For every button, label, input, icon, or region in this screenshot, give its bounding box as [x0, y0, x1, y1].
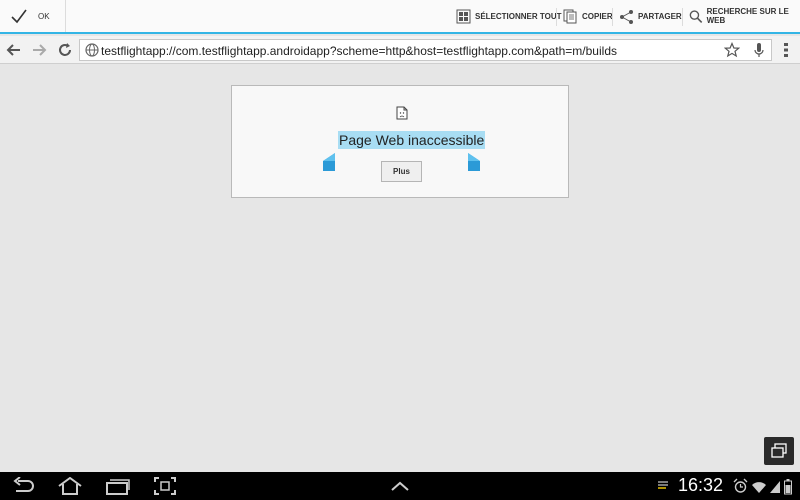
share-label: PARTAGER	[638, 11, 682, 21]
tabs-icon	[771, 443, 787, 458]
reload-icon	[59, 43, 71, 56]
alarm-icon	[733, 476, 748, 496]
system-recents-button[interactable]	[105, 476, 131, 496]
system-back-icon	[13, 477, 34, 492]
clock: 16:32	[678, 475, 724, 495]
alarm-clock-icon	[733, 478, 748, 493]
tabs-button[interactable]	[764, 437, 794, 465]
bookmark-star-icon[interactable]	[724, 42, 740, 58]
battery-icon	[784, 476, 792, 496]
microphone-icon[interactable]	[752, 42, 766, 58]
system-menu-button[interactable]	[389, 476, 411, 496]
search-icon	[689, 9, 703, 23]
done-button[interactable]: OK	[0, 0, 66, 32]
back-arrow-icon	[6, 44, 20, 56]
back-button[interactable]	[5, 41, 23, 59]
notification-icon	[656, 476, 670, 496]
share-icon	[620, 9, 633, 24]
overflow-menu-icon[interactable]	[783, 43, 789, 57]
error-title: Page Web inaccessible	[338, 131, 486, 149]
system-bar: 16:32	[0, 472, 800, 500]
sad-document-icon	[396, 106, 408, 120]
divider	[612, 8, 613, 26]
download-notification-icon	[658, 481, 668, 489]
divider	[682, 8, 683, 26]
select-all-icon	[456, 9, 471, 23]
contextual-action-bar: OK SÉLECTIONNER TOUT COPIER PARTAGER REC…	[0, 0, 800, 34]
home-icon	[58, 477, 82, 495]
screenshot-button[interactable]	[153, 476, 177, 496]
share-button[interactable]: PARTAGER	[619, 0, 682, 32]
check-icon	[11, 9, 27, 24]
done-label: OK	[38, 11, 50, 21]
system-home-button[interactable]	[56, 476, 84, 496]
web-search-label: RECHERCHE SUR LE WEB	[706, 7, 789, 25]
wifi-signal-icon	[752, 482, 766, 493]
select-all-button[interactable]: SÉLECTIONNER TOUT	[456, 0, 562, 32]
url-text: testflightapp://com.testflightapp.androi…	[101, 44, 617, 58]
more-button[interactable]: Plus	[381, 161, 422, 182]
selection-handle-right[interactable]	[466, 153, 480, 171]
system-back-button[interactable]	[12, 476, 36, 496]
battery-level-icon	[784, 479, 792, 495]
forward-button[interactable]	[30, 41, 48, 59]
chevron-up-icon	[391, 481, 409, 491]
screenshot-icon	[154, 477, 176, 495]
selection-handle-left[interactable]	[323, 153, 337, 171]
forward-arrow-icon	[33, 44, 47, 56]
reload-button[interactable]	[56, 41, 74, 59]
copy-icon	[563, 9, 577, 23]
web-search-button[interactable]: RECHERCHE SUR LE WEB	[689, 0, 800, 32]
url-input[interactable]: testflightapp://com.testflightapp.androi…	[79, 39, 772, 61]
copy-button[interactable]: COPIER	[563, 0, 613, 32]
select-all-label: SÉLECTIONNER TOUT	[475, 11, 562, 21]
wifi-icon	[751, 476, 767, 496]
signal-bars-icon	[770, 481, 780, 493]
copy-label: COPIER	[582, 11, 613, 21]
cell-signal-icon	[770, 476, 780, 496]
divider	[556, 8, 557, 26]
error-card: Page Web inaccessible Plus	[231, 85, 569, 198]
globe-icon	[85, 43, 99, 57]
recent-apps-icon	[106, 479, 130, 495]
url-toolbar: testflightapp://com.testflightapp.androi…	[0, 36, 800, 64]
